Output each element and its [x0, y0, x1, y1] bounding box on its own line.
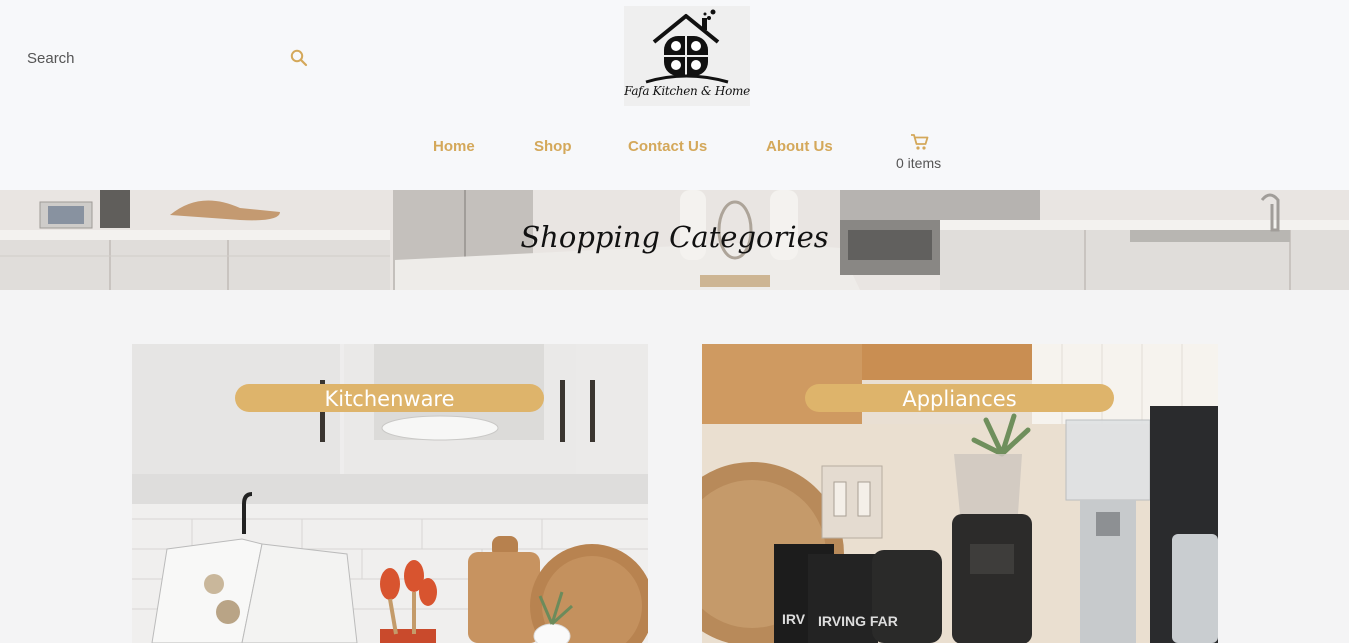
nav-shop[interactable]: Shop — [534, 138, 572, 155]
nav-about-us[interactable]: About Us — [766, 138, 833, 155]
search-bar[interactable]: Search — [27, 44, 317, 72]
svg-text:IRVING FAR: IRVING FAR — [818, 613, 898, 629]
cart-icon[interactable] — [910, 133, 930, 151]
category-banner: Shopping Categories — [0, 190, 1349, 290]
search-input[interactable]: Search — [27, 50, 75, 67]
svg-text:IRV: IRV — [782, 611, 806, 627]
category-card-kitchenware[interactable]: Kitchenware — [132, 344, 648, 643]
banner-title: Shopping Categories — [520, 220, 829, 254]
nav-home[interactable]: Home — [433, 138, 475, 155]
category-label-kitchenware[interactable]: Kitchenware — [235, 384, 544, 412]
category-card-appliances[interactable]: IRV IRVING FAR Appliances — [702, 344, 1218, 643]
nav-contact-us[interactable]: Contact Us — [628, 138, 707, 155]
category-label-appliances[interactable]: Appliances — [805, 384, 1114, 412]
search-icon[interactable] — [289, 48, 309, 68]
logo-text: Fafa Kitchen & Home — [624, 84, 750, 98]
site-logo[interactable]: Fafa Kitchen & Home — [624, 6, 750, 106]
house-logo-icon — [645, 9, 729, 84]
site-header: Search Fafa Kitchen & Home Home Shop Con… — [0, 0, 1349, 190]
cart-item-count[interactable]: 0 items — [896, 155, 941, 171]
